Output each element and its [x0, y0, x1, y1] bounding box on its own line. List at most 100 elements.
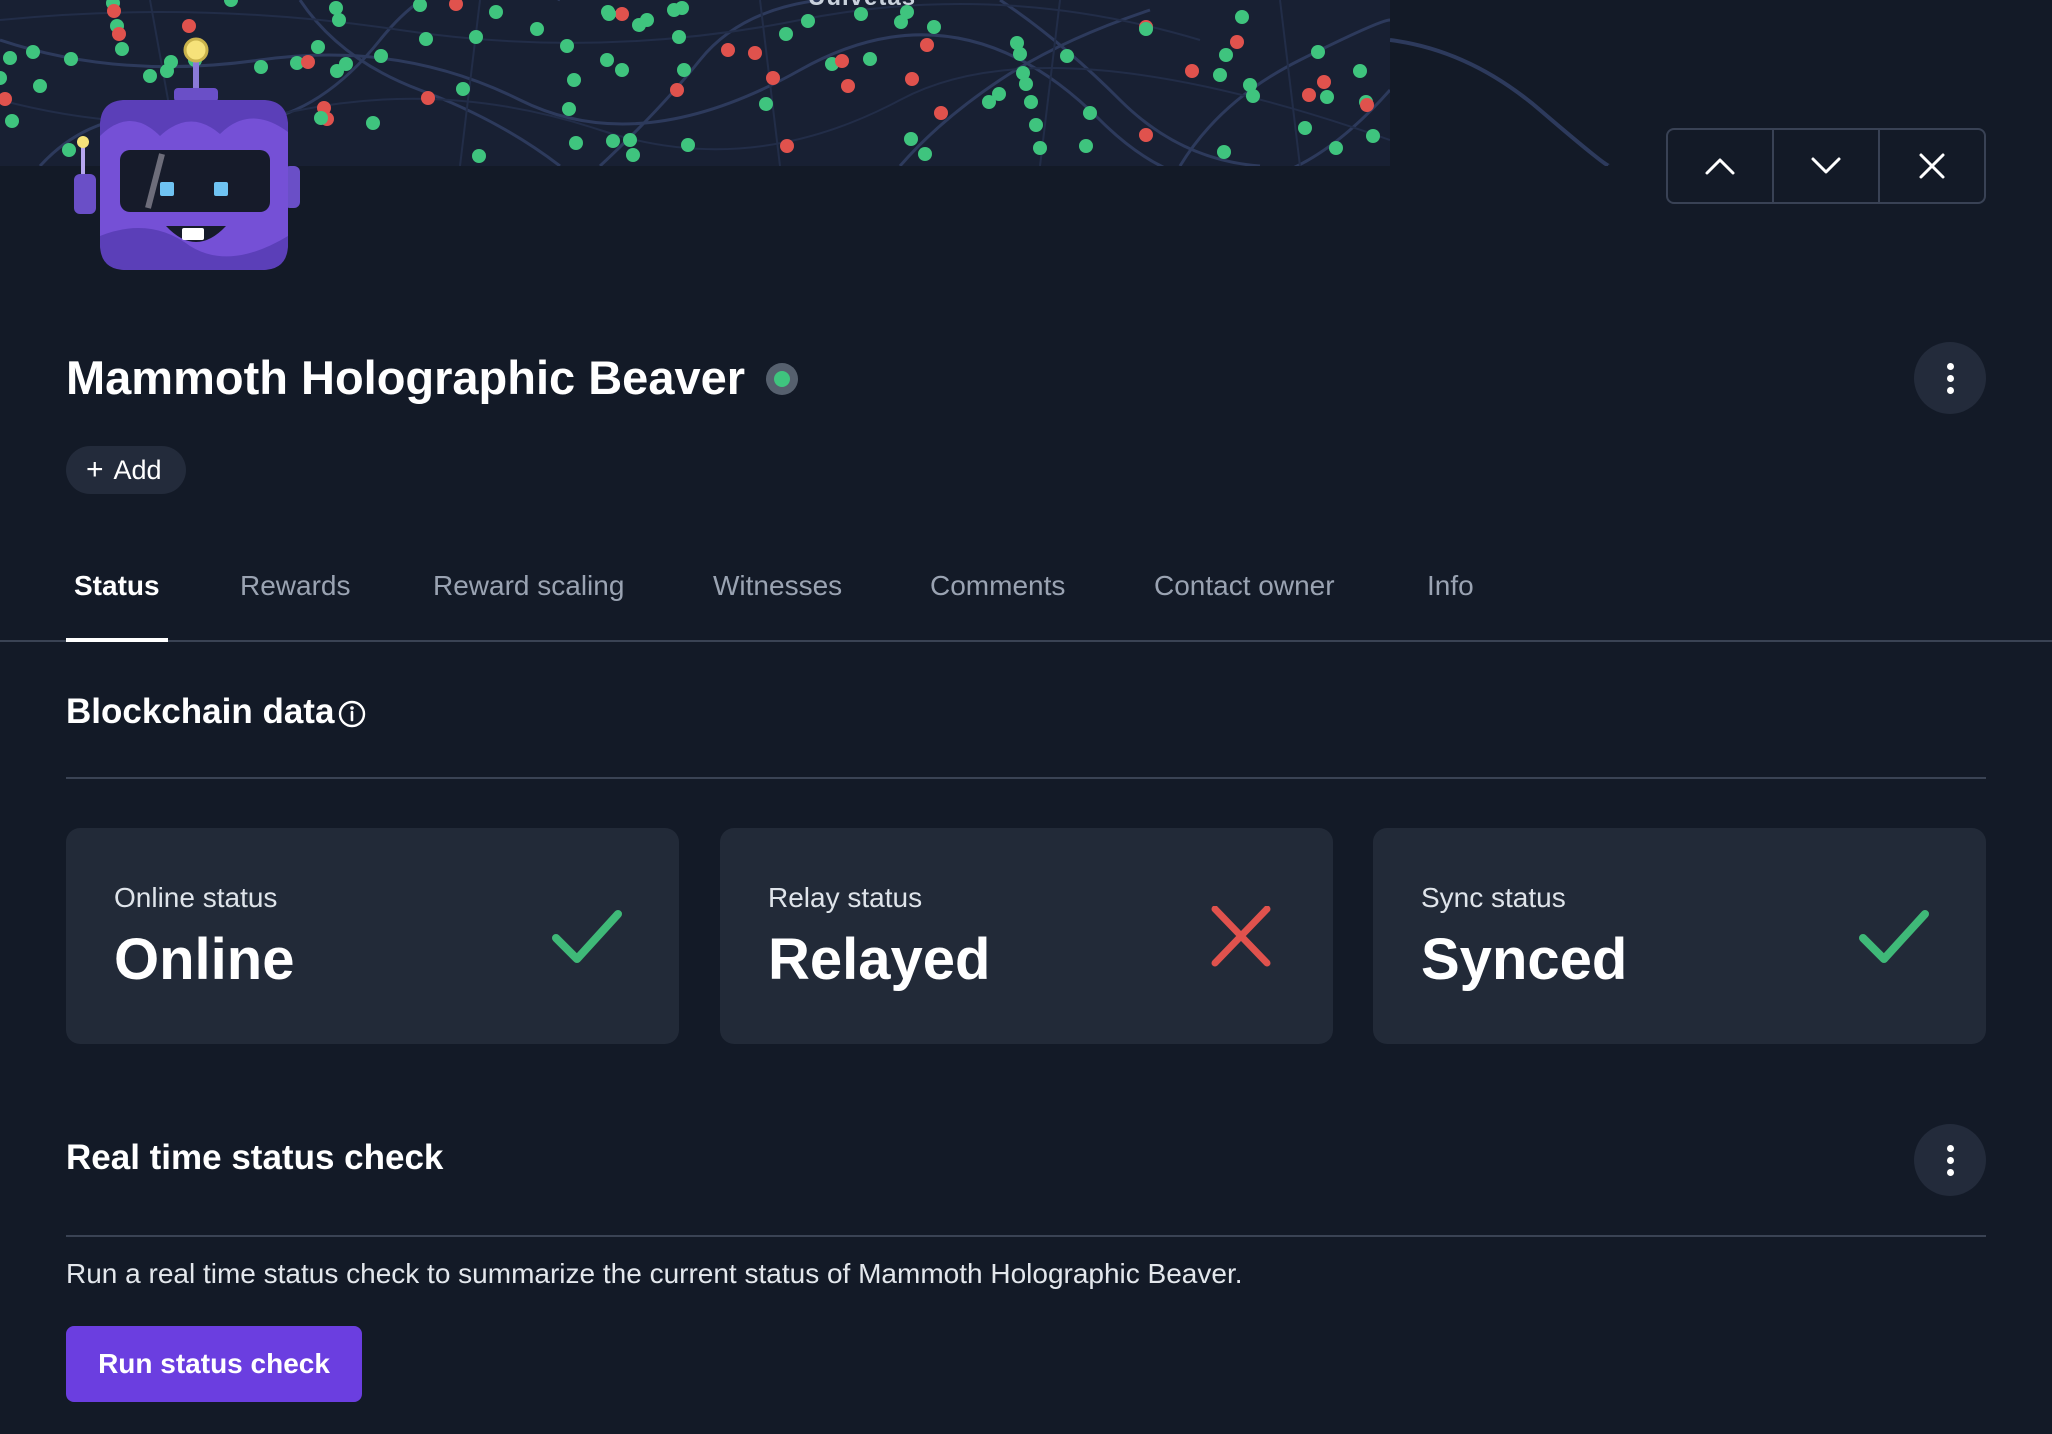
hotspot-marker[interactable] — [1317, 75, 1331, 89]
hotspot-marker[interactable] — [1235, 10, 1249, 24]
add-button[interactable]: + Add — [66, 446, 186, 494]
hotspot-marker[interactable] — [1311, 45, 1325, 59]
hotspot-marker[interactable] — [489, 5, 503, 19]
hotspot-marker[interactable] — [721, 43, 735, 57]
tab-info[interactable]: Info — [1427, 560, 1474, 640]
hotspot-marker[interactable] — [632, 18, 646, 32]
hotspot-marker[interactable] — [1213, 68, 1227, 82]
hotspot-marker[interactable] — [779, 27, 793, 41]
tab-status[interactable]: Status — [74, 560, 160, 640]
hotspot-marker[interactable] — [5, 114, 19, 128]
hotspot-marker[interactable] — [992, 87, 1006, 101]
hotspot-marker[interactable] — [1139, 22, 1153, 36]
hotspot-marker[interactable] — [1217, 145, 1231, 159]
hotspot-marker[interactable] — [314, 111, 328, 125]
hotspot-marker[interactable] — [1353, 64, 1367, 78]
hotspot-marker[interactable] — [301, 55, 315, 69]
hotspot-marker[interactable] — [562, 102, 576, 116]
hotspot-marker[interactable] — [927, 20, 941, 34]
hotspot-marker[interactable] — [606, 134, 620, 148]
hotspot-marker[interactable] — [1302, 88, 1316, 102]
hotspot-marker[interactable] — [615, 7, 629, 21]
hotspot-marker[interactable] — [449, 0, 463, 11]
hotspot-marker[interactable] — [339, 57, 353, 71]
hotspot-marker[interactable] — [623, 133, 637, 147]
hotspot-marker[interactable] — [107, 4, 121, 18]
hotspot-marker[interactable] — [569, 136, 583, 150]
hotspot-marker[interactable] — [0, 92, 12, 106]
hotspot-marker[interactable] — [26, 45, 40, 59]
hotspot-marker[interactable] — [1139, 128, 1153, 142]
hotspot-marker[interactable] — [863, 52, 877, 66]
hotspot-marker[interactable] — [780, 139, 794, 153]
tab-rewards[interactable]: Rewards — [240, 560, 350, 640]
hotspot-marker[interactable] — [1230, 35, 1244, 49]
hotspot-marker[interactable] — [472, 149, 486, 163]
hotspot-marker[interactable] — [1366, 129, 1380, 143]
tab-witnesses[interactable]: Witnesses — [713, 560, 842, 640]
hotspot-marker[interactable] — [1360, 98, 1374, 112]
hotspot-marker[interactable] — [918, 147, 932, 161]
hotspot-marker[interactable] — [1219, 48, 1233, 62]
hotspot-marker[interactable] — [894, 15, 908, 29]
hotspot-marker[interactable] — [670, 83, 684, 97]
hotspot-marker[interactable] — [672, 30, 686, 44]
hotspot-marker[interactable] — [1079, 139, 1093, 153]
hotspot-marker[interactable] — [667, 3, 681, 17]
previous-button[interactable] — [1668, 130, 1774, 202]
hotspot-marker[interactable] — [905, 72, 919, 86]
hotspot-marker[interactable] — [419, 32, 433, 46]
hotspot-marker[interactable] — [904, 132, 918, 146]
more-options-button[interactable] — [1914, 342, 1986, 414]
hotspot-marker[interactable] — [1033, 141, 1047, 155]
next-button[interactable] — [1774, 130, 1880, 202]
hotspot-marker[interactable] — [1320, 90, 1334, 104]
hotspot-marker[interactable] — [182, 19, 196, 33]
hotspot-marker[interactable] — [934, 106, 948, 120]
hotspot-marker[interactable] — [600, 53, 614, 67]
hotspot-marker[interactable] — [332, 13, 346, 27]
hotspot-marker[interactable] — [677, 63, 691, 77]
hotspot-marker[interactable] — [1246, 89, 1260, 103]
tab-reward-scaling[interactable]: Reward scaling — [433, 560, 624, 640]
hotspot-marker[interactable] — [3, 51, 17, 65]
hotspot-marker[interactable] — [601, 5, 615, 19]
tab-comments[interactable]: Comments — [930, 560, 1065, 640]
hotspot-marker[interactable] — [413, 0, 427, 12]
hotspot-marker[interactable] — [615, 63, 629, 77]
hotspot-marker[interactable] — [560, 39, 574, 53]
hotspot-marker[interactable] — [1083, 106, 1097, 120]
hotspot-marker[interactable] — [469, 30, 483, 44]
hotspot-marker[interactable] — [329, 1, 343, 15]
hotspot-marker[interactable] — [835, 54, 849, 68]
hotspot-marker[interactable] — [530, 22, 544, 36]
hotspot-marker[interactable] — [801, 14, 815, 28]
hotspot-marker[interactable] — [0, 71, 7, 85]
close-button[interactable] — [1880, 130, 1984, 202]
hotspot-marker[interactable] — [920, 38, 934, 52]
hotspot-marker[interactable] — [759, 97, 773, 111]
hotspot-marker[interactable] — [1185, 64, 1199, 78]
hotspot-marker[interactable] — [1060, 49, 1074, 63]
real-time-options-button[interactable] — [1914, 1124, 1986, 1196]
hotspot-marker[interactable] — [421, 91, 435, 105]
hotspot-marker[interactable] — [366, 116, 380, 130]
info-icon[interactable] — [338, 700, 366, 728]
hotspot-marker[interactable] — [1024, 95, 1038, 109]
hotspot-marker[interactable] — [567, 73, 581, 87]
hotspot-marker[interactable] — [311, 40, 325, 54]
run-status-check-button[interactable]: Run status check — [66, 1326, 362, 1402]
hotspot-marker[interactable] — [1013, 47, 1027, 61]
hotspot-marker[interactable] — [456, 82, 470, 96]
hotspot-marker[interactable] — [1298, 121, 1312, 135]
hotspot-marker[interactable] — [681, 138, 695, 152]
hotspot-marker[interactable] — [748, 46, 762, 60]
hotspot-marker[interactable] — [224, 0, 238, 7]
hotspot-marker[interactable] — [841, 79, 855, 93]
hotspot-marker[interactable] — [1329, 141, 1343, 155]
hotspot-marker[interactable] — [626, 148, 640, 162]
hotspot-marker[interactable] — [33, 79, 47, 93]
hotspot-marker[interactable] — [374, 49, 388, 63]
hotspot-marker[interactable] — [766, 71, 780, 85]
hotspot-marker[interactable] — [1019, 77, 1033, 91]
